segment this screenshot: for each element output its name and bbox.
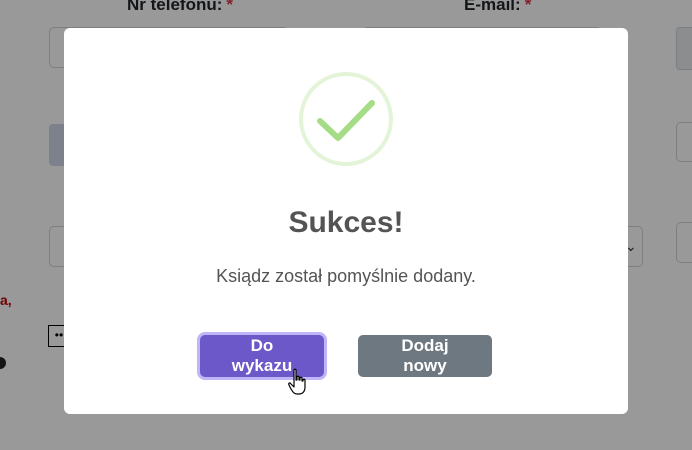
checkmark-icon (299, 72, 393, 166)
dialog-message: Ksiądz został pomyślnie dodany. (216, 266, 476, 286)
success-dialog: Sukces! Ksiądz został pomyślnie dodany. … (64, 28, 628, 414)
hand-cursor-icon (288, 368, 306, 395)
add-new-button[interactable]: Dodaj nowy (358, 335, 492, 377)
dialog-title: Sukces! (288, 206, 404, 239)
